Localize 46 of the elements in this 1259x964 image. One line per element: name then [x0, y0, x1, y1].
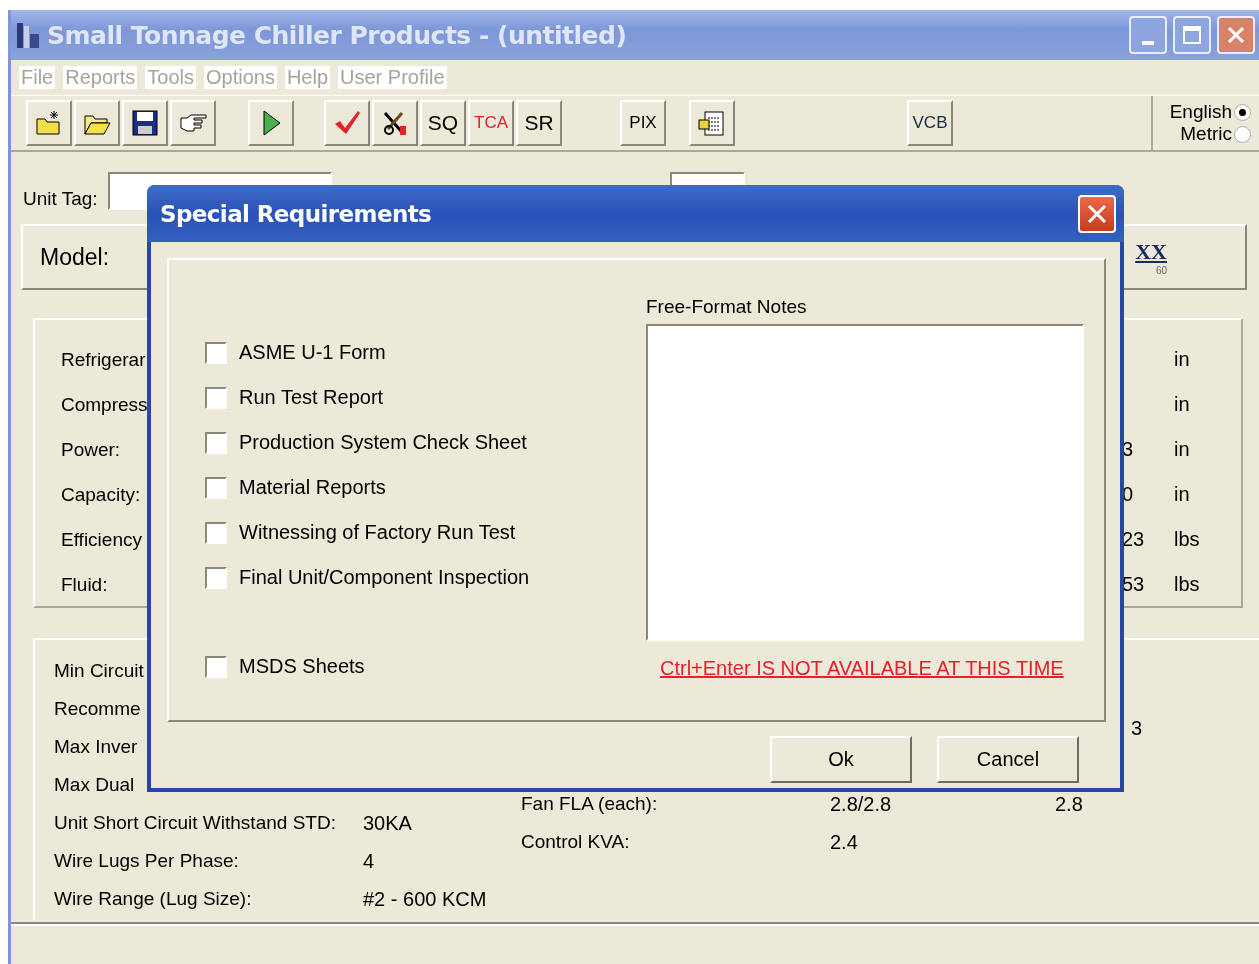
row-value: 2.8/2.8 [830, 792, 892, 816]
checkbox-label: ASME U-1 Form [239, 341, 386, 364]
row-value: #2 - 600 KCM [363, 887, 487, 911]
row-label: Efficiency [61, 528, 142, 551]
radio-label: Metric [1180, 123, 1232, 145]
row-value: 2.4 [830, 830, 858, 854]
row-value: 23 [1122, 528, 1145, 551]
row-label: Unit Short Circuit Withstand STD: [54, 812, 336, 834]
model-code: XX [1135, 238, 1167, 265]
row-label: Max Inver [54, 736, 138, 758]
radio-label: English [1169, 101, 1232, 123]
unit-label: lbs [1174, 528, 1200, 551]
checkbox-label: Material Reports [239, 476, 386, 499]
checkbox-label: Witnessing of Factory Run Test [239, 521, 516, 544]
row-value: 3 [1131, 716, 1143, 740]
row-label: Control KVA: [521, 831, 630, 853]
model-subscript: 60 [1155, 264, 1167, 276]
row-value: 53 [1122, 573, 1145, 596]
dialog-title: Special Requirements [160, 200, 432, 227]
unit-label: in [1174, 393, 1190, 416]
notes-label: Free-Format Notes [646, 296, 808, 318]
model-label: Model: [40, 243, 110, 271]
row-label: Refrigerar [61, 348, 146, 371]
row-value: 4 [363, 849, 375, 873]
field-label: Unit Tag: [23, 188, 98, 210]
row-value: 2.8 [1055, 792, 1083, 816]
unit-label: in [1174, 483, 1190, 506]
checkbox-label: Final Unit/Component Inspection [239, 566, 530, 589]
row-label: Compress [61, 393, 148, 416]
row-label: Fan FLA (each): [521, 793, 658, 815]
row-label: Power: [61, 438, 121, 461]
checkbox-label: MSDS Sheets [239, 655, 365, 678]
checkbox-label: Production System Check Sheet [239, 431, 527, 454]
unit-label: in [1174, 438, 1190, 461]
row-label: Fluid: [61, 573, 108, 596]
checkbox-label: Run Test Report [239, 386, 384, 409]
unit-label: in [1174, 348, 1190, 371]
row-label: Wire Lugs Per Phase: [54, 850, 239, 872]
window-title: Small Tonnage Chiller Products - (untitled) [47, 20, 628, 50]
row-label: Max Dual [54, 774, 135, 796]
row-label: Wire Range (Lug Size): [54, 888, 252, 910]
row-label: Recomme [54, 698, 141, 720]
unit-label: lbs [1174, 573, 1200, 596]
row-value: 30KA [363, 811, 412, 835]
row-label: Capacity: [61, 483, 141, 506]
row-label: Min Circuit [54, 660, 144, 682]
